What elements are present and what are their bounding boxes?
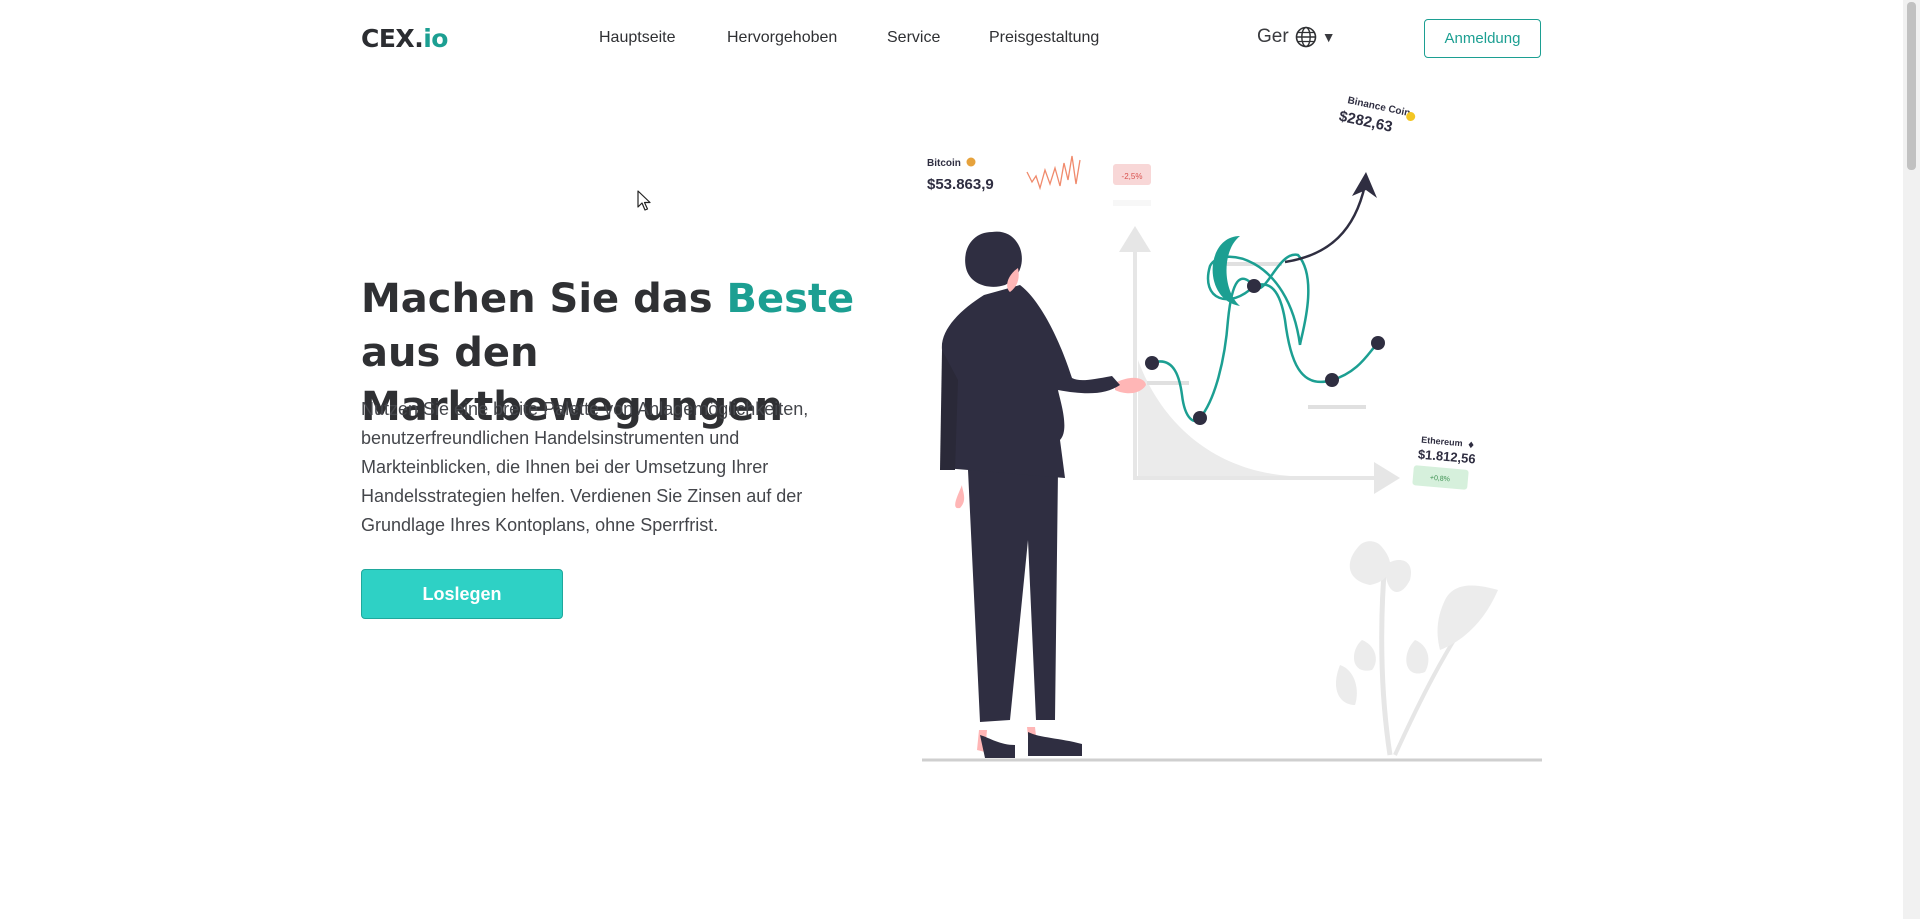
logo[interactable]: CEX.io — [361, 24, 448, 53]
bitcoin-ticker: Bitcoin $53.863,9 -2,5% — [927, 155, 1151, 206]
logo-accent: io — [423, 24, 448, 53]
nav-item-preisgestaltung[interactable]: Preisgestaltung — [989, 29, 1099, 47]
chart-points — [1145, 279, 1385, 425]
scrollbar-thumb[interactable] — [1907, 2, 1916, 170]
bitcoin-name: Bitcoin — [927, 158, 961, 169]
bitcoin-price: $53.863,9 — [927, 176, 994, 193]
language-selector[interactable]: Ger ▼ — [1257, 26, 1336, 48]
nav-item-hervorgehoben[interactable]: Hervorgehoben — [727, 29, 837, 47]
ethereum-ticker: Ethereum ♦ $1.812,56 +0,8% — [1412, 435, 1476, 490]
hero-description: Nutzen Sie eine breite Palette von Anlag… — [361, 399, 809, 535]
price-curve — [1151, 253, 1379, 423]
logo-main: CEX. — [361, 24, 424, 53]
nav-item-hauptseite[interactable]: Hauptseite — [599, 29, 676, 47]
person-illustration — [940, 231, 1146, 758]
chevron-down-icon: ▼ — [1321, 29, 1336, 45]
trend-arrowhead-icon — [1352, 172, 1377, 198]
binance-ticker: Binance Coin $282,63 — [1337, 95, 1416, 136]
hero-title-part1: Machen Sie das — [361, 276, 727, 322]
bitcoin-sparkline — [1026, 155, 1081, 191]
hero-illustration: Bitcoin $53.863,9 -2,5% Binance Coin $28… — [922, 95, 1542, 762]
ethereum-icon: ♦ — [1466, 441, 1475, 452]
scrollbar[interactable] — [1903, 0, 1920, 919]
plant-illustration — [1335, 541, 1498, 756]
login-button[interactable]: Anmeldung — [1424, 19, 1541, 58]
get-started-button[interactable]: Loslegen — [361, 569, 563, 619]
trend-arrow-line — [1284, 184, 1367, 264]
language-label: Ger — [1257, 26, 1289, 47]
page: CEX.io Hauptseite Hervorgehoben Service … — [0, 0, 1903, 919]
hero-title-highlight: Beste — [726, 276, 855, 322]
globe-icon — [1295, 26, 1316, 48]
mouse-cursor-icon — [637, 190, 651, 211]
nav-item-service[interactable]: Service — [887, 29, 940, 47]
bitcoin-icon — [966, 157, 976, 167]
bitcoin-change: -2,5% — [1122, 172, 1143, 181]
